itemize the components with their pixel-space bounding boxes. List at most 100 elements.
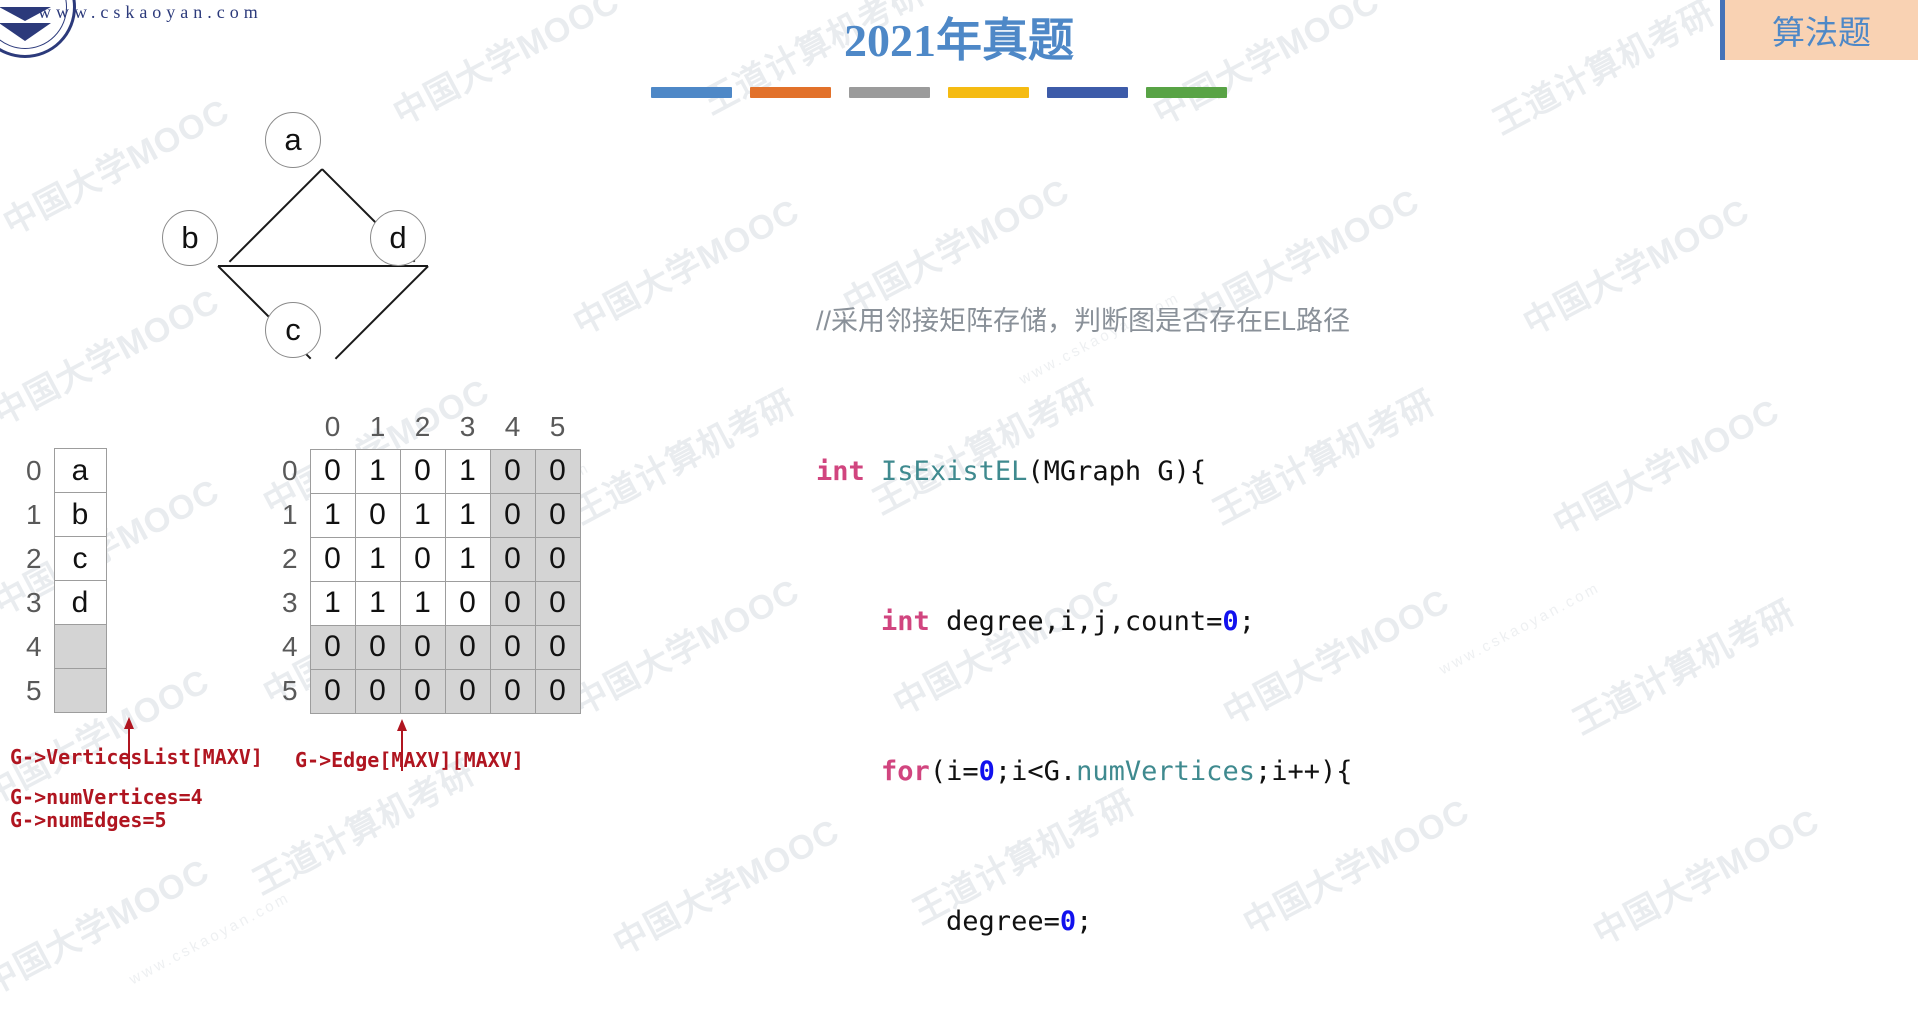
code-line: for(i=0;i<G.numVertices;i++){ <box>881 756 1353 787</box>
table-row: 3 1 1 1 0 0 0 <box>270 580 581 626</box>
row-index: 0 <box>281 455 298 486</box>
matrix-cell: 0 <box>354 624 401 670</box>
category-badge: 算法题 <box>1720 0 1918 60</box>
col-header: 0 <box>324 410 341 442</box>
row-index: 5 <box>281 675 298 706</box>
vertex-cell: c <box>53 536 107 581</box>
graph-node-b: b <box>162 210 218 266</box>
matrix-cell: 0 <box>309 668 356 714</box>
vertex-cell-empty <box>53 624 107 669</box>
table-row: 3 d <box>14 580 107 625</box>
col-header: 2 <box>414 410 431 442</box>
watermark-url: www.cskaoyan.com <box>126 888 294 989</box>
code-number: 0 <box>1222 606 1239 637</box>
row-index: 3 <box>25 586 42 618</box>
table-row: 5 0 0 0 0 0 0 <box>270 668 581 714</box>
matrix-cell: 0 <box>444 624 491 670</box>
matrix-cell: 0 <box>309 624 356 670</box>
watermark-mooc: 中国大学MOOC <box>567 572 806 723</box>
watermark-mooc: 中国大学MOOC <box>0 852 216 1003</box>
matrix-cell: 0 <box>489 668 536 714</box>
code-function-name: IsExistEL <box>881 456 1028 487</box>
matrix-cell: 1 <box>399 580 446 626</box>
row-index: 5 <box>25 674 42 706</box>
color-bar-6 <box>1146 87 1227 98</box>
matrix-cell: 1 <box>354 448 401 494</box>
matrix-cell: 0 <box>309 448 356 494</box>
matrix-cell: 0 <box>534 668 581 714</box>
matrix-cell: 0 <box>489 624 536 670</box>
table-row: 4 0 0 0 0 0 0 <box>270 624 581 670</box>
row-index: 2 <box>281 543 298 574</box>
matrix-cell: 0 <box>399 536 446 582</box>
matrix-cell: 0 <box>444 668 491 714</box>
code-line: //采用邻接矩阵存储，判断图是否存在EL路径 <box>816 296 1583 347</box>
code-member-numvertices: numVertices <box>1076 756 1255 787</box>
code-keyword-int: int <box>881 606 930 637</box>
matrix-cell: 1 <box>399 492 446 538</box>
vertices-list-table: 0 a 1 b 2 c 3 d 4 5 <box>14 448 107 713</box>
code-line: int degree,i,j,count=0; <box>881 606 1255 637</box>
matrix-cell: 0 <box>534 536 581 582</box>
graph-node-c: c <box>265 302 321 358</box>
color-bar-2 <box>750 87 831 98</box>
matrix-table: 0 1 2 3 4 5 0 0 1 0 1 0 0 1 1 0 1 1 0 0 … <box>270 405 581 714</box>
color-bar-4 <box>948 87 1029 98</box>
table-row: 5 <box>14 668 107 713</box>
matrix-cell: 0 <box>534 580 581 626</box>
code-block: //采用邻接矩阵存储，判断图是否存在EL路径 int IsExistEL(MGr… <box>816 196 1583 1022</box>
matrix-cell: 0 <box>399 624 446 670</box>
vertex-cell-empty <box>53 668 107 713</box>
vertex-cell: a <box>53 448 107 493</box>
row-index: 2 <box>25 542 42 574</box>
matrix-cell: 0 <box>444 580 491 626</box>
page-title-year: 2021 <box>844 15 936 66</box>
code-comment: //采用邻接矩阵存储，判断图是否存在EL路径 <box>816 306 1351 336</box>
matrix-cell: 1 <box>309 492 356 538</box>
adjacency-matrix-table: 0 1 2 3 4 5 0 0 1 0 1 0 0 1 1 0 1 1 0 0 … <box>270 405 581 714</box>
table-row: 2 c <box>14 536 107 581</box>
annotation-vertices-list: G->VerticesList[MAXV] <box>10 745 263 769</box>
matrix-cell: 1 <box>354 536 401 582</box>
matrix-cell: 0 <box>534 492 581 538</box>
matrix-cell: 0 <box>354 492 401 538</box>
matrix-cell: 0 <box>489 580 536 626</box>
table-row: 0 0 1 0 1 0 0 <box>270 448 581 494</box>
vertex-cell: d <box>53 580 107 625</box>
table-header-row: 0 1 2 3 4 5 <box>270 405 580 449</box>
code-number: 0 <box>978 756 995 787</box>
graph-node-d: d <box>370 210 426 266</box>
code-line: int IsExistEL(MGraph G){ <box>816 456 1207 487</box>
table-row: 1 b <box>14 492 107 537</box>
page-title-rest: 年真题 <box>936 15 1074 66</box>
table-row: 1 1 0 1 1 0 0 <box>270 492 581 538</box>
page-title: 2021年真题 <box>0 4 1918 70</box>
matrix-cell: 1 <box>444 536 491 582</box>
matrix-cell: 0 <box>534 624 581 670</box>
arrow-head <box>397 719 407 731</box>
matrix-cell: 0 <box>489 536 536 582</box>
table-row: 2 0 1 0 1 0 0 <box>270 536 581 582</box>
code-keyword-for: for <box>881 756 930 787</box>
table-row: 0 a <box>14 448 107 493</box>
row-index: 4 <box>25 630 42 662</box>
matrix-cell: 0 <box>399 448 446 494</box>
row-index: 3 <box>281 587 298 618</box>
watermark-brand: 王道计算机考研 <box>1567 593 1802 742</box>
matrix-cell: 1 <box>444 448 491 494</box>
vertex-cell: b <box>53 492 107 537</box>
watermark-mooc: 中国大学MOOC <box>567 192 806 343</box>
col-header: 1 <box>369 410 386 442</box>
row-index: 0 <box>25 454 42 486</box>
vertices-table: 0 a 1 b 2 c 3 d 4 5 <box>14 448 107 713</box>
arrow-head <box>124 717 134 729</box>
slide-root: 中国大学MOOC 中国大学MOOC 中国大学MOOC 中国大学MOOC 中国大学… <box>0 0 1918 1022</box>
annotation-edge-matrix: G->Edge[MAXV][MAXV] <box>295 748 524 772</box>
row-index: 1 <box>25 498 42 530</box>
col-header: 3 <box>459 410 476 442</box>
color-bar-5 <box>1047 87 1128 98</box>
matrix-cell: 0 <box>309 536 356 582</box>
watermark-mooc: 中国大学MOOC <box>1587 802 1826 953</box>
annotation-num-edges: G->numEdges=5 <box>10 808 167 832</box>
graph-node-a: a <box>265 112 321 168</box>
